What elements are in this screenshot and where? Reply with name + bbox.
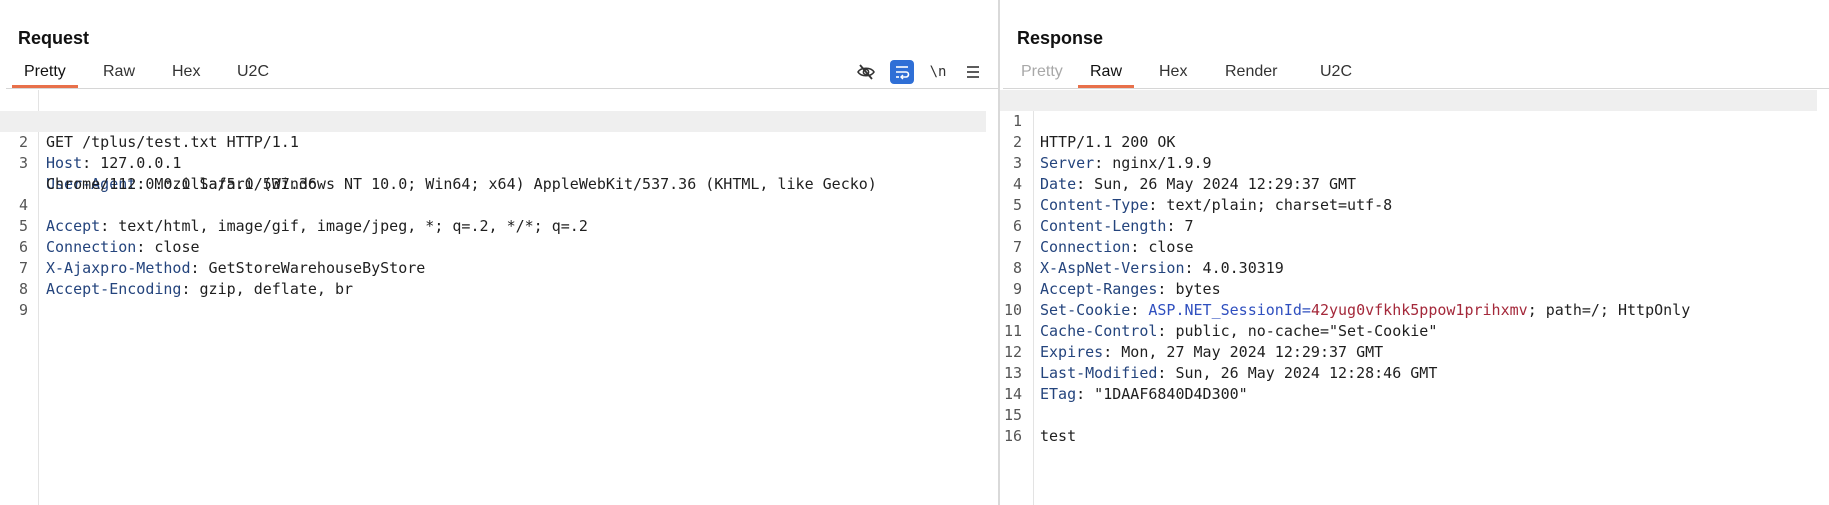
tab-hex[interactable]: Hex xyxy=(1159,62,1187,87)
response-line-13[interactable]: 13 ETag: "1DAAF6840D4D300" xyxy=(1000,342,1817,403)
word-wrap-icon[interactable] xyxy=(890,60,914,84)
tab-render[interactable]: Render xyxy=(1225,62,1277,87)
response-line-15[interactable]: 15 test xyxy=(1000,384,1817,445)
tab-raw[interactable]: Raw xyxy=(1077,62,1135,88)
request-line-7[interactable]: 7 Accept-Encoding: gzip, deflate, br xyxy=(0,237,986,298)
response-line-9[interactable]: 9 Set-Cookie: ASP.NET_SessionId=42yug0vf… xyxy=(1000,258,1817,319)
eye-slash-icon[interactable] xyxy=(854,60,878,84)
response-line-2[interactable]: 2 Server: nginx/1.9.9 xyxy=(1000,111,1817,172)
request-tabs: Pretty Raw Hex U2C xyxy=(6,58,998,89)
request-line-2[interactable]: 2 Host: 127.0.0.1 xyxy=(0,111,986,172)
response-line-12[interactable]: 12 Last-Modified: Sun, 26 May 2024 12:28… xyxy=(1000,321,1817,382)
tab-u2c[interactable]: U2C xyxy=(1320,62,1352,87)
response-line-4[interactable]: 4 Content-Type: text/plain; charset=utf-… xyxy=(1000,153,1817,214)
tab-raw[interactable]: Raw xyxy=(103,62,135,87)
response-line-3[interactable]: 3 Date: Sun, 26 May 2024 12:29:37 GMT xyxy=(1000,132,1817,193)
request-line-6[interactable]: 6 X-Ajaxpro-Method: GetStoreWarehouseByS… xyxy=(0,216,986,277)
request-title: Request xyxy=(18,28,90,48)
response-line-10[interactable]: 10 Cache-Control: public, no-cache="Set-… xyxy=(1000,279,1817,340)
request-line-5[interactable]: 5 Connection: close xyxy=(0,195,986,256)
response-editor[interactable]: 1 HTTP/1.1 200 OK 2 Server: nginx/1.9.9 … xyxy=(1000,90,1829,505)
response-line-14[interactable]: 14 xyxy=(1000,363,1817,403)
line-number: 16 xyxy=(1003,427,1022,445)
request-line-9[interactable]: 9 xyxy=(0,279,986,319)
response-tabs: Pretty Raw Hex Render U2C xyxy=(1003,58,1829,89)
response-line-11[interactable]: 11 Expires: Mon, 27 May 2024 12:29:37 GM… xyxy=(1000,300,1817,361)
request-line-4[interactable]: 4 Accept: text/html, image/gif, image/jp… xyxy=(0,174,986,235)
response-line-7[interactable]: 7 X-AspNet-Version: 4.0.30319 xyxy=(1000,216,1817,277)
response-pane: Response Pretty Raw Hex Render U2C 1 HTT… xyxy=(1000,0,1829,505)
tab-pretty[interactable]: Pretty xyxy=(12,62,78,88)
response-line-16[interactable]: 16 xyxy=(1000,405,1817,445)
response-line-1[interactable]: 1 HTTP/1.1 200 OK xyxy=(1000,90,1817,151)
request-pane: Request Pretty Raw Hex U2C \n GET /tplus… xyxy=(0,0,1000,505)
request-line-3[interactable]: 3 User-Agent: Mozilla/5.0 (Windows NT 10… xyxy=(0,132,986,193)
line-number: 9 xyxy=(18,301,28,319)
request-line-1[interactable]: 1 GET /tplus/test.txt HTTP/1.1 xyxy=(0,90,986,151)
response-title: Response xyxy=(1017,28,1104,48)
tab-u2c[interactable]: U2C xyxy=(237,62,269,87)
response-line-5[interactable]: 5 Content-Length: 7 xyxy=(1000,174,1817,235)
http-message-viewer: Request Pretty Raw Hex U2C \n GET /tplus… xyxy=(0,0,1829,505)
request-line-3-wrapped[interactable]: Chrome/112.0.0.0 Safari/537.36 xyxy=(0,153,986,193)
request-editor[interactable]: 1 GET /tplus/test.txt HTTP/1.1 2 Host: 1… xyxy=(0,90,998,505)
response-line-8[interactable]: 8 Accept-Ranges: bytes xyxy=(1000,237,1817,298)
newline-toggle[interactable]: \n xyxy=(926,60,950,84)
response-line-6[interactable]: 6 Connection: close xyxy=(1000,195,1817,256)
tab-pretty[interactable]: Pretty xyxy=(1021,62,1063,87)
tab-hex[interactable]: Hex xyxy=(172,62,200,87)
request-line-8[interactable]: 8 xyxy=(0,258,986,298)
hamburger-menu-icon[interactable] xyxy=(961,60,985,84)
